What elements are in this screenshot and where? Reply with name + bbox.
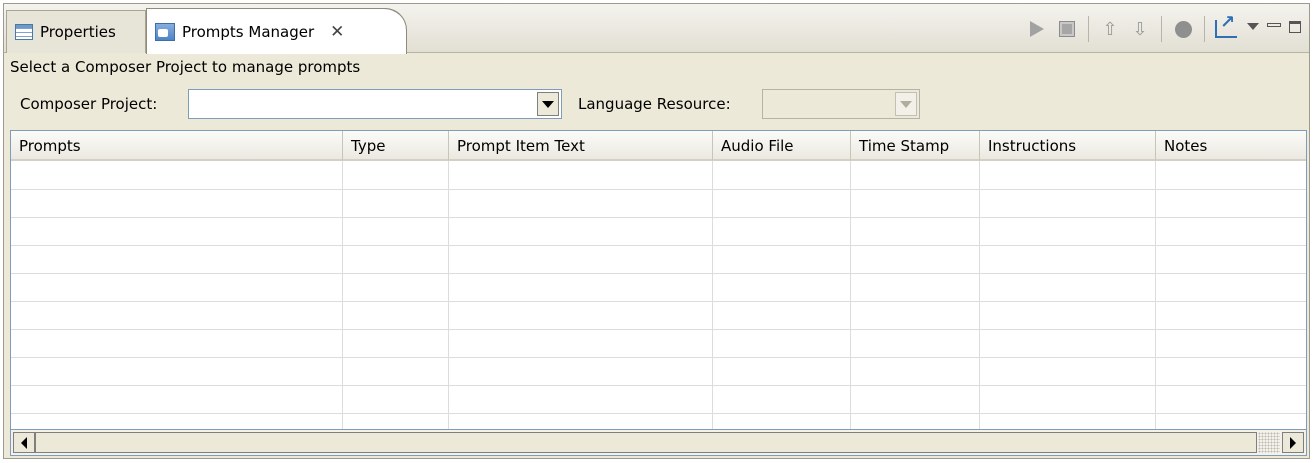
tab-prompts-manager[interactable]: Prompts Manager ✕ bbox=[146, 8, 406, 54]
properties-table-icon bbox=[15, 24, 33, 40]
play-icon bbox=[1030, 21, 1044, 37]
move-down-button[interactable]: ⇩ bbox=[1125, 16, 1155, 42]
column-header-prompt-item-text[interactable]: Prompt Item Text bbox=[449, 131, 713, 161]
scroll-right-button[interactable] bbox=[1282, 432, 1304, 453]
play-button[interactable] bbox=[1022, 16, 1052, 42]
composer-project-dropdown-button[interactable] bbox=[537, 92, 559, 116]
column-header-prompts[interactable]: Prompts bbox=[11, 131, 343, 161]
column-header-notes[interactable]: Notes bbox=[1156, 131, 1306, 161]
column-header-instructions[interactable]: Instructions bbox=[980, 131, 1156, 161]
column-header-type[interactable]: Type bbox=[343, 131, 449, 161]
export-icon bbox=[1215, 12, 1237, 38]
table-header: Prompts Type Prompt Item Text Audio File… bbox=[11, 131, 1306, 161]
composer-project-combo[interactable] bbox=[188, 89, 562, 119]
tab-strip: Properties Prompts Manager ✕ ⇧ ⇩ bbox=[4, 4, 1309, 54]
scroll-left-button[interactable] bbox=[13, 432, 35, 453]
stop-icon bbox=[1059, 21, 1075, 37]
row-gridline bbox=[11, 245, 1306, 246]
tab-properties-label: Properties bbox=[40, 23, 116, 41]
move-down-icon: ⇩ bbox=[1132, 18, 1148, 40]
language-resource-label: Language Resource: bbox=[578, 95, 731, 113]
record-icon bbox=[1174, 20, 1192, 38]
chevron-down-icon bbox=[900, 100, 912, 108]
prompts-manager-view: Properties Prompts Manager ✕ ⇧ ⇩ Select … bbox=[3, 3, 1310, 459]
column-gridline bbox=[979, 161, 980, 429]
export-button[interactable] bbox=[1211, 12, 1241, 42]
row-gridline bbox=[11, 189, 1306, 190]
toolbar-separator bbox=[1161, 16, 1162, 42]
arrow-left-icon bbox=[21, 436, 27, 449]
row-gridline bbox=[11, 301, 1306, 302]
toolbar-separator bbox=[1088, 16, 1089, 42]
scrollbar-track[interactable] bbox=[1258, 432, 1280, 453]
row-gridline bbox=[11, 413, 1306, 414]
stop-button[interactable] bbox=[1052, 16, 1082, 42]
prompts-manager-icon bbox=[155, 22, 175, 41]
column-header-time-stamp[interactable]: Time Stamp bbox=[851, 131, 980, 161]
column-gridline bbox=[1155, 161, 1156, 429]
view-toolbar: ⇧ ⇩ bbox=[1022, 12, 1301, 42]
prompts-table[interactable]: Prompts Type Prompt Item Text Audio File… bbox=[10, 130, 1307, 430]
record-button[interactable] bbox=[1168, 16, 1198, 42]
tab-prompts-manager-label: Prompts Manager bbox=[182, 22, 315, 41]
project-selection-row: Composer Project: Language Resource: bbox=[4, 85, 1309, 125]
view-description: Select a Composer Project to manage prom… bbox=[10, 58, 361, 76]
column-gridline bbox=[850, 161, 851, 429]
row-gridline bbox=[11, 357, 1306, 358]
column-gridline bbox=[448, 161, 449, 429]
move-up-icon: ⇧ bbox=[1102, 18, 1118, 40]
toolbar-separator bbox=[1204, 16, 1205, 42]
table-body[interactable] bbox=[11, 161, 1306, 429]
row-gridline bbox=[11, 273, 1306, 274]
minimize-icon[interactable] bbox=[1267, 23, 1281, 27]
maximize-icon[interactable] bbox=[1289, 21, 1301, 33]
scrollbar-thumb[interactable] bbox=[35, 432, 1257, 453]
move-up-button[interactable]: ⇧ bbox=[1095, 16, 1125, 42]
tab-properties[interactable]: Properties bbox=[6, 10, 146, 53]
language-resource-dropdown-button bbox=[895, 92, 917, 116]
language-resource-combo bbox=[762, 89, 920, 119]
arrow-right-icon bbox=[1290, 436, 1296, 449]
column-header-audio-file[interactable]: Audio File bbox=[713, 131, 851, 161]
close-icon[interactable]: ✕ bbox=[330, 22, 344, 42]
row-gridline bbox=[11, 329, 1306, 330]
row-gridline bbox=[11, 217, 1306, 218]
horizontal-scrollbar[interactable] bbox=[10, 430, 1307, 456]
view-menu-icon[interactable] bbox=[1247, 22, 1259, 30]
chevron-down-icon bbox=[542, 100, 554, 108]
column-gridline bbox=[342, 161, 343, 429]
row-gridline bbox=[11, 385, 1306, 386]
column-gridline bbox=[712, 161, 713, 429]
composer-project-label: Composer Project: bbox=[20, 95, 158, 113]
